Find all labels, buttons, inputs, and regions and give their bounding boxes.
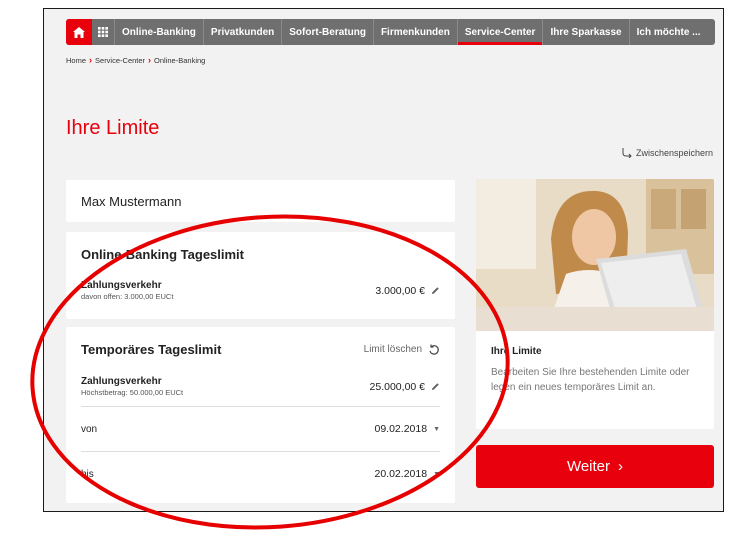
- info-text: Bearbeiten Sie Ihre bestehenden Limite o…: [491, 367, 690, 393]
- temporary-limit-value: 25.000,00 €: [369, 380, 425, 393]
- pencil-icon[interactable]: [431, 286, 440, 295]
- nav-item-firmenkunden[interactable]: Firmenkunden: [374, 19, 458, 45]
- next-button[interactable]: Weiter ›: [476, 445, 714, 488]
- breadcrumb-service-center[interactable]: Service-Center: [95, 56, 145, 65]
- breadcrumb-online-banking: Online-Banking: [154, 55, 206, 65]
- from-date-select[interactable]: von 09.02.2018 ▼: [81, 407, 440, 451]
- home-icon: [73, 26, 85, 38]
- chevron-right-icon: ›: [148, 55, 152, 65]
- apps-grid-button[interactable]: [92, 19, 115, 45]
- open-amount-hint: davon offen: 3.000,00 EUCt: [81, 292, 174, 301]
- chevron-down-icon: ▼: [433, 425, 440, 433]
- temporary-limit-row: Zahlungsverkehr Höchstbetrag: 50.000,00 …: [81, 376, 440, 406]
- payment-label: Zahlungsverkehr: [81, 376, 162, 387]
- online-banking-limit-card: Online-Banking Tageslimit Zahlungsverkeh…: [66, 232, 455, 319]
- nav-item-online-banking[interactable]: Online-Banking: [115, 19, 204, 45]
- from-date-value: 09.02.2018: [374, 423, 428, 435]
- main-navigation: Online-Banking Privatkunden Sofort-Berat…: [66, 19, 715, 45]
- nav-item-ihre-sparkasse[interactable]: Ihre Sparkasse: [543, 19, 630, 45]
- from-date-label: von: [81, 423, 98, 435]
- save-draft-link[interactable]: Zwischenspeichern: [621, 147, 713, 158]
- info-title: Ihre Limite: [491, 346, 542, 357]
- breadcrumb-home[interactable]: Home: [66, 56, 86, 65]
- delete-limit-button[interactable]: Limit löschen: [364, 344, 440, 356]
- online-banking-limit-title: Online-Banking Tageslimit: [81, 247, 245, 262]
- account-holder-name: Max Mustermann: [81, 193, 182, 209]
- chevron-down-icon: ▼: [433, 470, 440, 478]
- save-draft-label: Zwischenspeichern: [635, 147, 713, 158]
- to-date-label: bis: [81, 468, 94, 480]
- home-button[interactable]: [66, 19, 92, 45]
- nav-item-privatkunden[interactable]: Privatkunden: [204, 19, 283, 45]
- to-date-select[interactable]: bis 20.02.2018 ▼: [81, 452, 440, 496]
- chevron-right-icon: ›: [89, 55, 93, 65]
- nav-item-service-center[interactable]: Service-Center: [457, 19, 544, 45]
- online-banking-limit-value: 3.000,00 €: [375, 284, 425, 297]
- browser-frame: Online-Banking Privatkunden Sofort-Berat…: [43, 8, 724, 512]
- breadcrumb: Home › Service-Center › Online-Banking: [66, 55, 205, 65]
- payment-label: Zahlungsverkehr: [81, 280, 162, 291]
- nav-item-sofort-beratung[interactable]: Sofort-Beratung: [282, 19, 374, 45]
- reset-icon: [429, 344, 439, 355]
- pencil-icon[interactable]: [431, 382, 440, 391]
- temporary-limit-card: Temporäres Tageslimit Limit löschen Zahl…: [66, 327, 455, 503]
- chevron-right-icon: ›: [618, 458, 624, 475]
- grid-icon: [98, 27, 108, 37]
- delete-limit-label: Limit löschen: [363, 344, 422, 355]
- account-holder-card: Max Mustermann: [66, 180, 455, 222]
- page-title: Ihre Limite: [66, 117, 160, 139]
- online-banking-limit-row: Zahlungsverkehr davon offen: 3.000,00 EU…: [81, 280, 440, 301]
- save-draft-icon: [622, 148, 632, 158]
- max-amount-hint: Höchstbetrag: 50.000,00 EUCt: [81, 388, 184, 397]
- info-card: Ihre Limite Bearbeiten Sie Ihre bestehen…: [476, 179, 714, 429]
- nav-item-ich-moechte[interactable]: Ich möchte ...: [630, 19, 708, 45]
- woman-with-laptop-photo: [476, 179, 714, 331]
- next-button-label: Weiter: [566, 458, 611, 475]
- temporary-limit-title: Temporäres Tageslimit: [81, 342, 222, 357]
- to-date-value: 20.02.2018: [374, 468, 428, 480]
